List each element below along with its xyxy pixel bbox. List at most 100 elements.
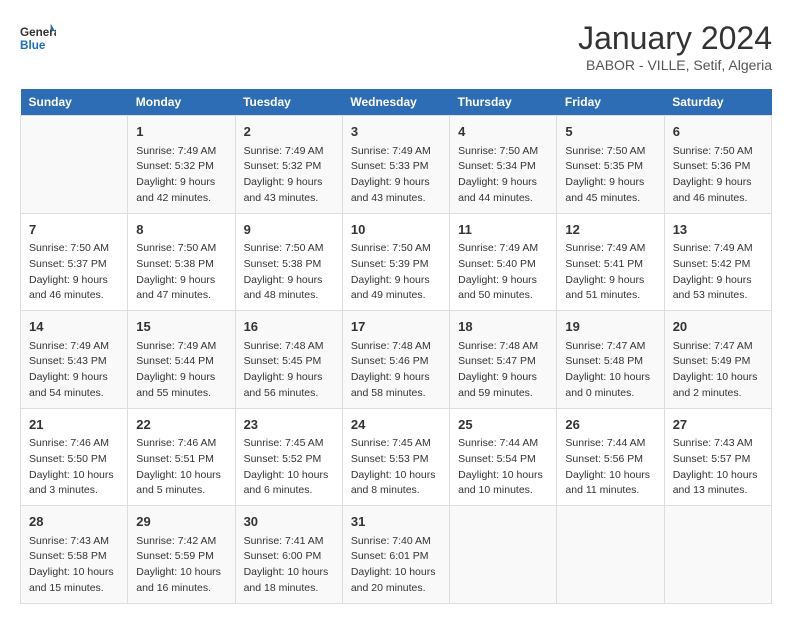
day-info: Sunrise: 7:49 AMSunset: 5:41 PMDaylight:… [565,241,655,304]
calendar-cell [450,506,557,604]
day-info: Sunrise: 7:50 AMSunset: 5:34 PMDaylight:… [458,144,548,207]
day-info: Sunrise: 7:48 AMSunset: 5:45 PMDaylight:… [244,339,334,402]
calendar-cell: 6Sunrise: 7:50 AMSunset: 5:36 PMDaylight… [664,116,771,214]
calendar-cell: 11Sunrise: 7:49 AMSunset: 5:40 PMDayligh… [450,213,557,311]
calendar-table: SundayMondayTuesdayWednesdayThursdayFrid… [20,89,772,604]
column-header-wednesday: Wednesday [342,89,449,116]
day-number: 13 [673,220,763,240]
column-header-tuesday: Tuesday [235,89,342,116]
day-number: 5 [565,122,655,142]
day-number: 20 [673,317,763,337]
day-info: Sunrise: 7:48 AMSunset: 5:47 PMDaylight:… [458,339,548,402]
day-number: 21 [29,415,119,435]
column-header-sunday: Sunday [21,89,128,116]
day-number: 10 [351,220,441,240]
day-info: Sunrise: 7:50 AMSunset: 5:38 PMDaylight:… [136,241,226,304]
day-number: 30 [244,512,334,532]
calendar-cell: 22Sunrise: 7:46 AMSunset: 5:51 PMDayligh… [128,408,235,506]
day-number: 28 [29,512,119,532]
day-number: 6 [673,122,763,142]
day-number: 23 [244,415,334,435]
day-info: Sunrise: 7:46 AMSunset: 5:51 PMDaylight:… [136,436,226,499]
calendar-cell: 9Sunrise: 7:50 AMSunset: 5:38 PMDaylight… [235,213,342,311]
week-row-5: 28Sunrise: 7:43 AMSunset: 5:58 PMDayligh… [21,506,772,604]
column-header-thursday: Thursday [450,89,557,116]
calendar-cell [557,506,664,604]
day-info: Sunrise: 7:50 AMSunset: 5:39 PMDaylight:… [351,241,441,304]
svg-text:Blue: Blue [20,39,46,52]
day-number: 14 [29,317,119,337]
day-info: Sunrise: 7:40 AMSunset: 6:01 PMDaylight:… [351,534,441,597]
calendar-cell: 3Sunrise: 7:49 AMSunset: 5:33 PMDaylight… [342,116,449,214]
column-header-friday: Friday [557,89,664,116]
calendar-cell: 2Sunrise: 7:49 AMSunset: 5:32 PMDaylight… [235,116,342,214]
calendar-cell: 16Sunrise: 7:48 AMSunset: 5:45 PMDayligh… [235,311,342,409]
column-header-saturday: Saturday [664,89,771,116]
column-header-monday: Monday [128,89,235,116]
calendar-cell: 17Sunrise: 7:48 AMSunset: 5:46 PMDayligh… [342,311,449,409]
day-number: 18 [458,317,548,337]
day-number: 12 [565,220,655,240]
day-info: Sunrise: 7:44 AMSunset: 5:56 PMDaylight:… [565,436,655,499]
day-number: 9 [244,220,334,240]
calendar-cell: 14Sunrise: 7:49 AMSunset: 5:43 PMDayligh… [21,311,128,409]
header-row: SundayMondayTuesdayWednesdayThursdayFrid… [21,89,772,116]
day-info: Sunrise: 7:44 AMSunset: 5:54 PMDaylight:… [458,436,548,499]
day-number: 16 [244,317,334,337]
calendar-cell: 4Sunrise: 7:50 AMSunset: 5:34 PMDaylight… [450,116,557,214]
day-info: Sunrise: 7:49 AMSunset: 5:43 PMDaylight:… [29,339,119,402]
day-info: Sunrise: 7:50 AMSunset: 5:38 PMDaylight:… [244,241,334,304]
week-row-4: 21Sunrise: 7:46 AMSunset: 5:50 PMDayligh… [21,408,772,506]
day-info: Sunrise: 7:50 AMSunset: 5:37 PMDaylight:… [29,241,119,304]
day-number: 2 [244,122,334,142]
calendar-cell: 24Sunrise: 7:45 AMSunset: 5:53 PMDayligh… [342,408,449,506]
day-info: Sunrise: 7:43 AMSunset: 5:58 PMDaylight:… [29,534,119,597]
calendar-cell [664,506,771,604]
calendar-cell: 12Sunrise: 7:49 AMSunset: 5:41 PMDayligh… [557,213,664,311]
day-info: Sunrise: 7:49 AMSunset: 5:32 PMDaylight:… [244,144,334,207]
calendar-cell [21,116,128,214]
day-info: Sunrise: 7:42 AMSunset: 5:59 PMDaylight:… [136,534,226,597]
calendar-cell: 23Sunrise: 7:45 AMSunset: 5:52 PMDayligh… [235,408,342,506]
day-info: Sunrise: 7:43 AMSunset: 5:57 PMDaylight:… [673,436,763,499]
week-row-2: 7Sunrise: 7:50 AMSunset: 5:37 PMDaylight… [21,213,772,311]
day-info: Sunrise: 7:49 AMSunset: 5:44 PMDaylight:… [136,339,226,402]
page-header: General Blue January 2024 BABOR - VILLE,… [20,20,772,73]
day-number: 1 [136,122,226,142]
day-info: Sunrise: 7:46 AMSunset: 5:50 PMDaylight:… [29,436,119,499]
calendar-cell: 19Sunrise: 7:47 AMSunset: 5:48 PMDayligh… [557,311,664,409]
day-number: 3 [351,122,441,142]
day-number: 15 [136,317,226,337]
page-title: January 2024 [578,20,772,57]
day-number: 29 [136,512,226,532]
calendar-cell: 30Sunrise: 7:41 AMSunset: 6:00 PMDayligh… [235,506,342,604]
day-info: Sunrise: 7:45 AMSunset: 5:53 PMDaylight:… [351,436,441,499]
calendar-cell: 15Sunrise: 7:49 AMSunset: 5:44 PMDayligh… [128,311,235,409]
day-info: Sunrise: 7:48 AMSunset: 5:46 PMDaylight:… [351,339,441,402]
calendar-cell: 26Sunrise: 7:44 AMSunset: 5:56 PMDayligh… [557,408,664,506]
day-info: Sunrise: 7:47 AMSunset: 5:49 PMDaylight:… [673,339,763,402]
calendar-cell: 8Sunrise: 7:50 AMSunset: 5:38 PMDaylight… [128,213,235,311]
logo: General Blue [20,20,56,56]
calendar-cell: 18Sunrise: 7:48 AMSunset: 5:47 PMDayligh… [450,311,557,409]
day-number: 27 [673,415,763,435]
day-number: 26 [565,415,655,435]
calendar-cell: 31Sunrise: 7:40 AMSunset: 6:01 PMDayligh… [342,506,449,604]
day-number: 24 [351,415,441,435]
day-info: Sunrise: 7:47 AMSunset: 5:48 PMDaylight:… [565,339,655,402]
day-info: Sunrise: 7:49 AMSunset: 5:32 PMDaylight:… [136,144,226,207]
day-number: 7 [29,220,119,240]
calendar-cell: 27Sunrise: 7:43 AMSunset: 5:57 PMDayligh… [664,408,771,506]
week-row-3: 14Sunrise: 7:49 AMSunset: 5:43 PMDayligh… [21,311,772,409]
day-number: 31 [351,512,441,532]
day-number: 4 [458,122,548,142]
day-info: Sunrise: 7:49 AMSunset: 5:33 PMDaylight:… [351,144,441,207]
day-number: 22 [136,415,226,435]
calendar-cell: 29Sunrise: 7:42 AMSunset: 5:59 PMDayligh… [128,506,235,604]
day-info: Sunrise: 7:49 AMSunset: 5:40 PMDaylight:… [458,241,548,304]
calendar-cell: 13Sunrise: 7:49 AMSunset: 5:42 PMDayligh… [664,213,771,311]
calendar-cell: 10Sunrise: 7:50 AMSunset: 5:39 PMDayligh… [342,213,449,311]
calendar-cell: 25Sunrise: 7:44 AMSunset: 5:54 PMDayligh… [450,408,557,506]
calendar-cell: 21Sunrise: 7:46 AMSunset: 5:50 PMDayligh… [21,408,128,506]
calendar-cell: 20Sunrise: 7:47 AMSunset: 5:49 PMDayligh… [664,311,771,409]
